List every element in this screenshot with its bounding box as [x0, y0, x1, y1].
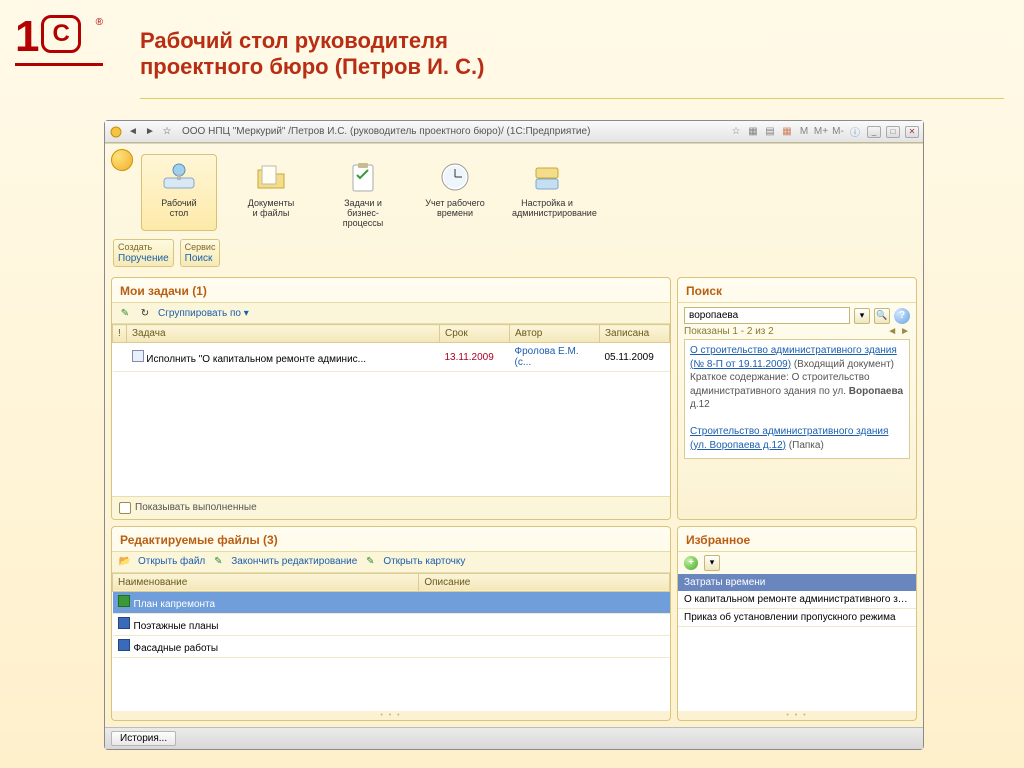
show-done-label: Показывать выполненные — [135, 502, 257, 513]
tool-icon-1[interactable]: ▦ — [746, 125, 760, 139]
table-row[interactable]: Поэтажные планы — [113, 613, 670, 635]
favorites-group[interactable]: Затраты времени — [678, 574, 916, 591]
server-icon — [527, 159, 567, 195]
minimize-button[interactable]: _ — [867, 126, 881, 138]
table-row[interactable]: Фасадные работы — [113, 635, 670, 657]
edit-icon[interactable]: ✎ — [118, 306, 132, 320]
tab-admin[interactable]: Настройка иадминистрирование — [509, 154, 585, 231]
search-prev[interactable]: ◄ — [887, 326, 897, 337]
group-by-link[interactable]: Сгруппировать по ▾ — [158, 308, 249, 319]
app-window: ◄ ► ☆ ООО НПЦ "Меркурий" /Петров И.С. (р… — [104, 120, 924, 750]
tab-documents[interactable]: Документыи файлы — [233, 154, 309, 231]
doc-icon — [118, 639, 130, 651]
tab-desktop[interactable]: Рабочийстол — [141, 154, 217, 231]
table-row[interactable]: План капремонта — [113, 591, 670, 613]
search-results: О строительство административного здания… — [684, 339, 910, 459]
fav-star-icon[interactable]: ☆ — [729, 125, 743, 139]
panel-files: Редактируемые файлы (3) 📂 Открыть файл ✎ З… — [111, 526, 671, 722]
search-input[interactable] — [684, 307, 850, 324]
open-file-icon: 📂 — [118, 555, 132, 569]
desktop-icon — [159, 159, 199, 195]
title-separator — [140, 98, 1004, 99]
app-icon — [109, 125, 123, 139]
search-status: Показаны 1 - 2 из 2 — [684, 326, 774, 337]
create-poruchenie-link[interactable]: Поручение — [118, 253, 169, 264]
history-button[interactable]: История... — [111, 731, 176, 746]
slide-title-line1: Рабочий стол руководителя — [140, 28, 448, 53]
search-next[interactable]: ► — [900, 326, 910, 337]
window-titlebar: ◄ ► ☆ ООО НПЦ "Меркурий" /Петров И.С. (р… — [105, 121, 923, 143]
col-task[interactable]: Задача — [127, 325, 440, 343]
col-priority[interactable]: ! — [113, 325, 127, 343]
doc-icon — [118, 617, 130, 629]
panel-search: Поиск ▾ 🔍 ? Показаны 1 - 2 из 2 ◄► О стр… — [677, 277, 917, 520]
finish-edit-link[interactable]: Закончить редактирование — [231, 556, 357, 567]
close-button[interactable]: ✕ — [905, 126, 919, 138]
maximize-button[interactable]: □ — [886, 126, 900, 138]
group-create: Создать Поручение — [113, 239, 174, 267]
col-written[interactable]: Записана — [600, 325, 670, 343]
favorites-list: Затраты времени О капитальном ремонте ад… — [678, 574, 916, 712]
col-name[interactable]: Наименование — [113, 573, 419, 591]
col-due[interactable]: Срок — [440, 325, 510, 343]
service-search-link[interactable]: Поиск — [185, 253, 216, 264]
open-card-link[interactable]: Открыть карточку — [383, 556, 465, 567]
logo-1c: 1C® — [15, 15, 95, 75]
m-minus-btn[interactable]: M- — [831, 125, 845, 139]
help-icon[interactable]: ? — [894, 308, 910, 324]
tab-time[interactable]: Учет рабочеговремени — [417, 154, 493, 231]
tasks-table[interactable]: ! Задача Срок Автор Записана Исполнить "… — [112, 324, 670, 372]
show-done-checkbox[interactable] — [119, 502, 131, 514]
resize-grip[interactable]: • • • — [112, 711, 670, 720]
panel-favorites: Избранное + ▾ Затраты времени О капиталь… — [677, 526, 917, 722]
window-title: ООО НПЦ "Меркурий" /Петров И.С. (руковод… — [182, 126, 729, 137]
clipboard-icon — [343, 159, 383, 195]
open-card-icon: ✎ — [363, 555, 377, 569]
add-favorite-button[interactable]: + — [684, 556, 698, 570]
info-icon[interactable]: ⓘ — [848, 125, 862, 139]
xls-icon — [118, 595, 130, 607]
star-icon[interactable]: ☆ — [160, 125, 174, 139]
search-dropdown-button[interactable]: ▾ — [854, 308, 870, 324]
statusbar: История... — [105, 727, 923, 749]
m-plus-btn[interactable]: M+ — [814, 125, 828, 139]
search-go-button[interactable]: 🔍 — [874, 308, 890, 324]
panel-favorites-header: Избранное — [678, 527, 916, 552]
sub-toolbar: Создать Поручение Сервис Поиск — [105, 235, 923, 271]
tab-tasks[interactable]: Задачи ибизнес-процессы — [325, 154, 401, 231]
clock-icon — [435, 159, 475, 195]
panel-my-tasks: Мои задачи (1) ✎ ↻ Сгруппировать по ▾ ! … — [111, 277, 671, 520]
nav-fwd-icon[interactable]: ► — [143, 125, 157, 139]
nav-back-icon[interactable]: ◄ — [126, 125, 140, 139]
table-row[interactable]: Исполнить "О капитальном ремонте админис… — [113, 343, 670, 372]
open-file-link[interactable]: Открыть файл — [138, 556, 205, 567]
fav-more-button[interactable]: ▾ — [704, 555, 720, 571]
main-tabs: Рабочийстол Документыи файлы Задачи ибиз… — [105, 144, 923, 235]
col-author[interactable]: Автор — [510, 325, 600, 343]
panel-search-header: Поиск — [678, 278, 916, 303]
folder-icon — [251, 159, 291, 195]
files-table[interactable]: Наименование Описание План капремонта По… — [112, 573, 670, 658]
app-menu-button[interactable] — [111, 149, 133, 171]
col-desc[interactable]: Описание — [419, 573, 670, 591]
panel-files-header: Редактируемые файлы (3) — [112, 527, 670, 552]
group-create-label: Создать — [118, 242, 169, 252]
list-item[interactable]: Приказ об установлении пропускного режим… — [678, 609, 916, 627]
m-btn[interactable]: M — [797, 125, 811, 139]
resize-grip[interactable]: • • • — [678, 711, 916, 720]
list-item[interactable]: О капитальном ремонте административного … — [678, 591, 916, 609]
calendar-icon[interactable]: ▦ — [780, 125, 794, 139]
panel-my-tasks-header: Мои задачи (1) — [112, 278, 670, 303]
group-service: Сервис Поиск — [180, 239, 221, 267]
slide-title-line2: проектного бюро (Петров И. С.) — [140, 54, 484, 79]
tab-label: Рабочий — [161, 198, 196, 208]
slide-title: Рабочий стол руководителя проектного бюр… — [140, 28, 840, 80]
group-service-label: Сервис — [185, 242, 216, 252]
refresh-icon[interactable]: ↻ — [138, 306, 152, 320]
show-done-row[interactable]: Показывать выполненные — [112, 496, 670, 519]
calc-icon[interactable]: ▤ — [763, 125, 777, 139]
finish-edit-icon: ✎ — [211, 555, 225, 569]
